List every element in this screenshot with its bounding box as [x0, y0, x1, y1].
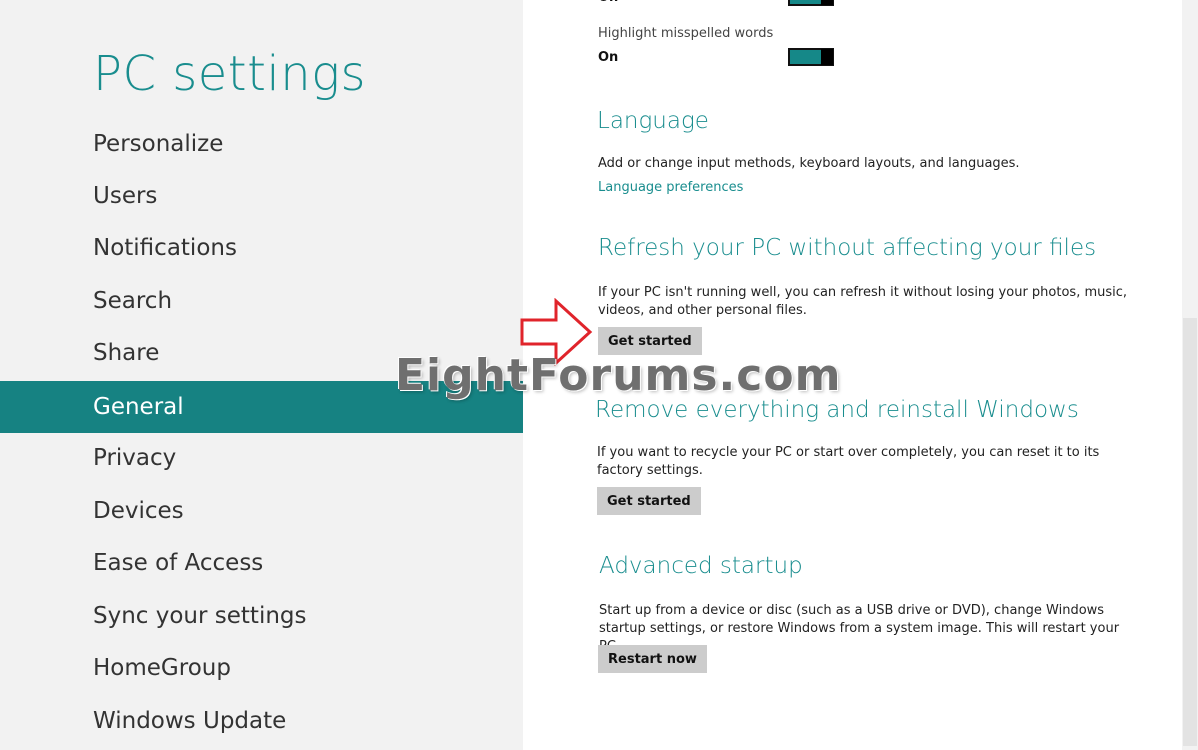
sidebar-item-windows-update[interactable]: Windows Update [0, 695, 523, 747]
toggle-knob [821, 49, 833, 65]
reset-get-started-button[interactable]: Get started [597, 487, 701, 515]
highlight-misspelled-toggle[interactable] [788, 48, 834, 66]
highlight-misspelled-label: Highlight misspelled words [598, 26, 774, 41]
highlight-misspelled-value: On [598, 50, 619, 65]
language-heading: Language [597, 108, 709, 134]
sidebar-item-notifications[interactable]: Notifications [0, 222, 523, 274]
reset-description: If you want to recycle your PC or start … [597, 445, 1100, 478]
advanced-startup-heading: Advanced startup [599, 553, 803, 579]
sidebar-item-users[interactable]: Users [0, 170, 523, 222]
sidebar-item-personalize[interactable]: Personalize [0, 118, 523, 170]
refresh-heading: Refresh your PC without affecting your f… [598, 235, 1097, 261]
sidebar-item-search[interactable]: Search [0, 275, 523, 327]
sidebar-item-privacy[interactable]: Privacy [0, 432, 523, 484]
vertical-scrollbar[interactable] [1182, 0, 1198, 750]
toggle-knob [821, 0, 833, 5]
watermark: EightForums.com [395, 350, 842, 401]
autocorrect-toggle[interactable] [788, 0, 834, 6]
sidebar-item-homegroup[interactable]: HomeGroup [0, 642, 523, 694]
language-description: Add or change input methods, keyboard la… [598, 156, 1020, 171]
sidebar-item-sync-your-settings[interactable]: Sync your settings [0, 590, 523, 642]
page-title: PC settings [93, 46, 366, 102]
language-preferences-link[interactable]: Language preferences [598, 180, 743, 195]
scrollbar-thumb[interactable] [1183, 318, 1197, 746]
sidebar-item-ease-of-access[interactable]: Ease of Access [0, 537, 523, 589]
autocorrect-value: On [598, 0, 618, 5]
sidebar-item-devices[interactable]: Devices [0, 485, 523, 537]
refresh-description: If your PC isn't running well, you can r… [598, 285, 1128, 318]
restart-now-button[interactable]: Restart now [598, 645, 707, 673]
